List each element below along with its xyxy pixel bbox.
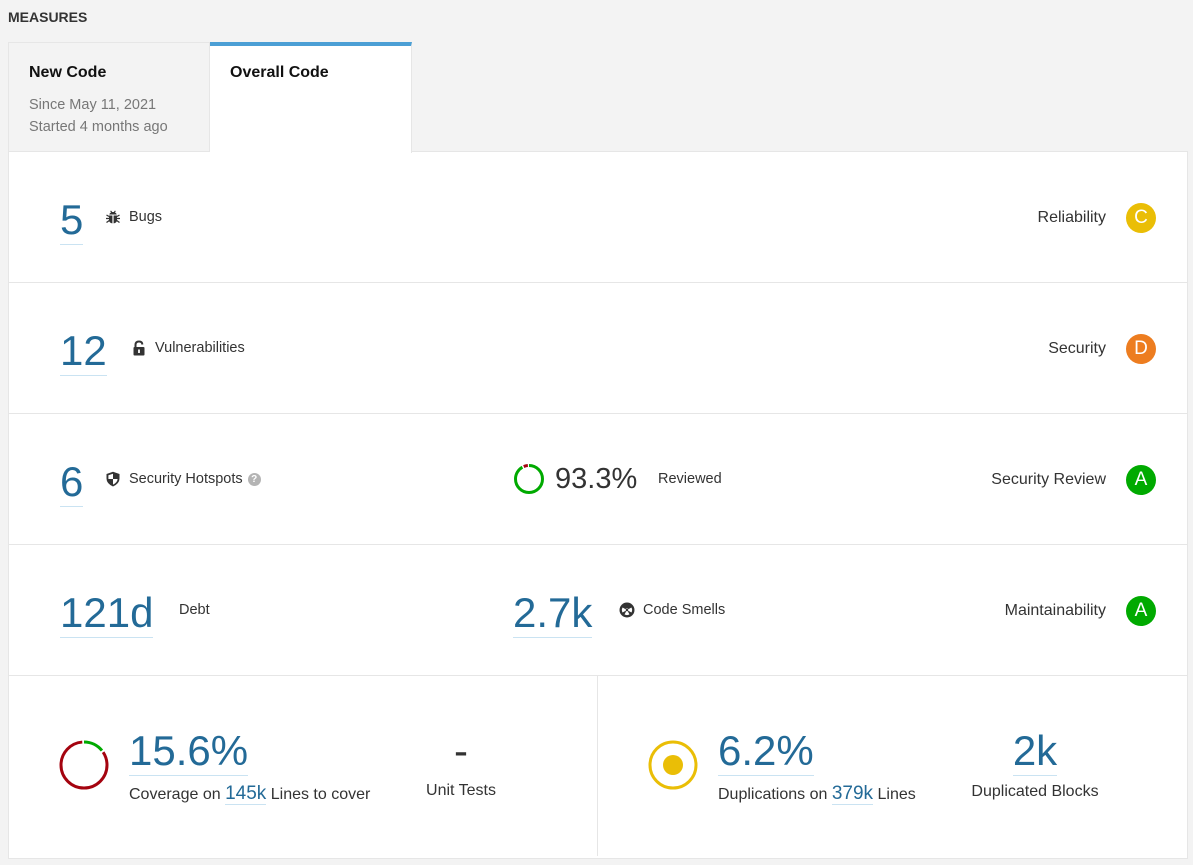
duplicated-blocks-label: Duplicated Blocks (971, 783, 1099, 800)
unit-tests-value: - (454, 727, 468, 774)
vulnerabilities-count-link[interactable]: 12 (60, 330, 107, 376)
hotspots-reviewed-percent: 93.3% (555, 463, 638, 495)
debt-label: Debt (179, 602, 210, 618)
measures-panel: 5 Bugs Reliability C 12 Vulnerabilities … (8, 151, 1188, 859)
security-rating-badge[interactable]: D (1126, 334, 1156, 364)
duplications-percent-link[interactable]: 6.2% (718, 730, 814, 776)
duplications-description: Duplications on 379k Lines (718, 783, 916, 805)
security-review-rating-badge[interactable]: A (1126, 465, 1156, 495)
duplicated-blocks-value[interactable]: 2k (1012, 730, 1058, 776)
duplications-indicator-icon (648, 740, 698, 790)
lines-to-cover-link[interactable]: 145k (225, 783, 267, 805)
security-rating-label: Security (1048, 340, 1106, 357)
duplications-suffix: Lines (877, 786, 916, 803)
tab-overall-code[interactable]: Overall Code (210, 42, 412, 153)
tab-new-code-started: Started 4 months ago (29, 119, 168, 135)
coverage-description: Coverage on 145k Lines to cover (129, 783, 370, 805)
help-icon[interactable]: ? (247, 472, 261, 486)
maintainability-row: 121d Debt 2.7k Code Smells Maintainabili… (9, 545, 1187, 676)
duplications-cell: 6.2% Duplications on 379k Lines 2k Dupli… (598, 676, 1187, 856)
page-title: MEASURES (8, 9, 88, 25)
duplicated-lines-link[interactable]: 379k (831, 783, 874, 805)
debt-value-link[interactable]: 121d (60, 592, 154, 638)
security-hotspots-row: 6 Security Hotspots ? 93.3% Reviewed Sec… (9, 414, 1187, 545)
vulnerabilities-label-text: Vulnerabilities (155, 340, 245, 356)
code-smell-icon (619, 602, 635, 618)
hotspots-count-link[interactable]: 6 (60, 461, 84, 507)
coverage-cell: 15.6% Coverage on 145k Lines to cover - … (9, 676, 598, 856)
reliability-rating-label: Reliability (1037, 209, 1106, 226)
code-smells-label: Code Smells (619, 602, 725, 618)
duplications-prefix: Duplications on (718, 786, 828, 803)
security-row: 12 Vulnerabilities Security D (9, 283, 1187, 414)
reliability-rating-badge[interactable]: C (1126, 203, 1156, 233)
unlocked-padlock-icon (133, 340, 145, 356)
shield-icon (106, 471, 120, 487)
vulnerabilities-label: Vulnerabilities (131, 340, 245, 356)
bug-icon (106, 210, 120, 224)
coverage-percent-link[interactable]: 15.6% (129, 730, 249, 776)
security-review-rating-label: Security Review (991, 471, 1106, 488)
hotspots-reviewed-label: Reviewed (658, 471, 722, 487)
maintainability-rating-badge[interactable]: A (1126, 596, 1156, 626)
period-tabs: New Code Since May 11, 2021 Started 4 mo… (8, 42, 412, 153)
tab-overall-code-title: Overall Code (230, 64, 329, 81)
duplicated-blocks-block: 2k Duplicated Blocks (960, 730, 1110, 801)
maintainability-rating-label: Maintainability (1004, 602, 1106, 619)
hotspots-reviewed-donut (514, 464, 544, 494)
coverage-donut (59, 740, 109, 790)
tab-new-code-since: Since May 11, 2021 (29, 97, 157, 113)
hotspots-label-text: Security Hotspots (129, 471, 243, 487)
coverage-suffix: Lines to cover (270, 786, 371, 803)
unit-tests-label: Unit Tests (426, 782, 496, 799)
duplications-dot (663, 755, 683, 775)
bugs-count-link[interactable]: 5 (60, 199, 84, 245)
donut-reviewed-arc (514, 464, 544, 494)
coverage-prefix: Coverage on (129, 786, 221, 803)
unit-tests-block: - Unit Tests (406, 730, 516, 800)
bugs-label-text: Bugs (129, 209, 163, 225)
coverage-duplications-row: 15.6% Coverage on 145k Lines to cover - … (9, 676, 1187, 856)
hotspots-label: Security Hotspots ? (105, 471, 261, 487)
bugs-label: Bugs (105, 209, 162, 225)
tab-new-code[interactable]: New Code Since May 11, 2021 Started 4 mo… (8, 42, 210, 152)
reliability-row: 5 Bugs Reliability C (9, 152, 1187, 283)
tab-new-code-title: New Code (29, 64, 107, 81)
code-smells-label-text: Code Smells (643, 602, 726, 618)
code-smells-count-link[interactable]: 2.7k (513, 592, 593, 638)
